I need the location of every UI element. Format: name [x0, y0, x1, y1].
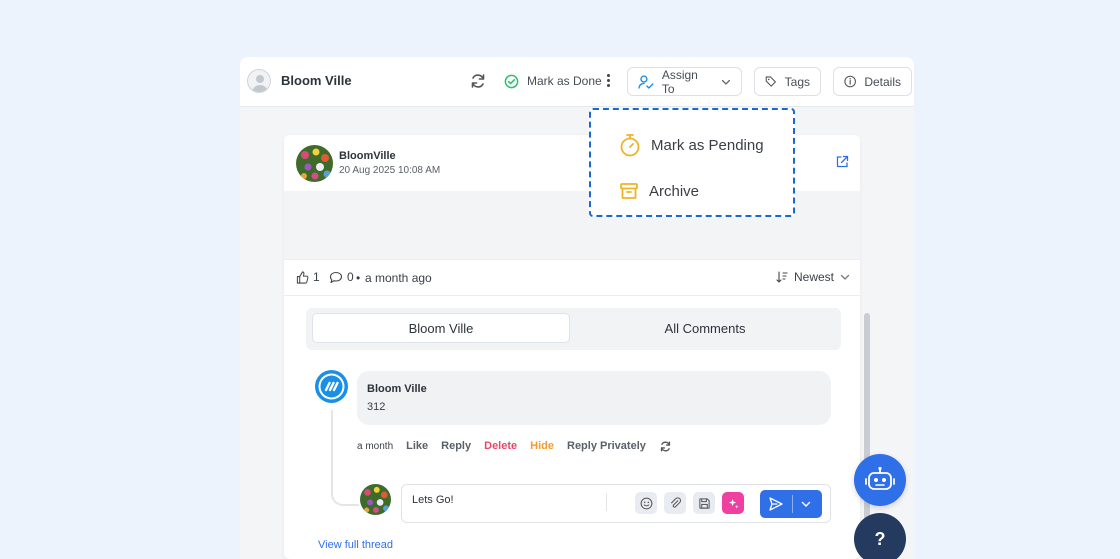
ai-assist-button[interactable] [722, 492, 744, 514]
comment-icon [329, 271, 343, 283]
user-assign-icon [638, 74, 654, 89]
comments-value: 0 [347, 270, 354, 284]
assign-to-dropdown[interactable]: Assign To [627, 67, 742, 96]
chevron-down-icon [721, 79, 731, 85]
hide-action[interactable]: Hide [530, 440, 554, 452]
more-options-menu: Mark as Pending Archive [589, 108, 795, 217]
brand-logo [315, 370, 348, 403]
like-action[interactable]: Like [406, 440, 428, 452]
emoji-button[interactable] [635, 492, 657, 514]
archive-icon [620, 183, 638, 199]
likes-value: 1 [313, 270, 320, 284]
view-full-thread-link[interactable]: View full thread [318, 539, 393, 551]
comment-text: 312 [367, 401, 386, 413]
paperclip-icon [670, 496, 681, 508]
refresh-icon[interactable] [659, 440, 672, 453]
menu-item-mark-as-pending[interactable]: Mark as Pending [619, 133, 764, 157]
external-link-icon[interactable] [835, 155, 849, 169]
mark-as-done-label: Mark as Done [527, 74, 602, 88]
post-time-ago: a month ago [365, 271, 432, 285]
tab-bloom-ville[interactable]: Bloom Ville [312, 313, 570, 343]
menu-item-label: Mark as Pending [651, 136, 764, 154]
likes-count[interactable]: 1 [296, 270, 320, 284]
send-button[interactable] [760, 490, 822, 518]
sparkle-icon [728, 498, 739, 509]
reply-input[interactable] [412, 494, 592, 506]
send-divider [792, 495, 793, 513]
post-author-name: BloomVille [339, 150, 396, 162]
sort-icon [776, 271, 788, 283]
save-icon [698, 497, 710, 509]
sort-label: Newest [794, 270, 835, 284]
menu-item-archive[interactable]: Archive [619, 181, 699, 201]
tab-all-comments[interactable]: All Comments [576, 313, 834, 343]
refresh-icon[interactable] [469, 72, 487, 90]
tag-icon [765, 76, 776, 87]
comment-author: Bloom Ville [367, 383, 427, 395]
conversation-window: Bloom Ville Mark as Done Assign To Tags … [240, 57, 914, 559]
contact-name: Bloom Ville [281, 73, 352, 88]
thread-connector [331, 410, 359, 506]
post-date: 20 Aug 2025 10:08 AM [339, 165, 441, 176]
comment-bubble: Bloom Ville 312 [357, 371, 831, 425]
stopwatch-icon [620, 134, 640, 157]
chevron-down-icon [840, 274, 850, 280]
mark-as-done-button[interactable]: Mark as Done [504, 71, 602, 91]
comment-tabs: Bloom Ville All Comments [306, 308, 841, 350]
conversation-header: Bloom Ville Mark as Done Assign To Tags … [240, 57, 914, 107]
post-stats-bar: 1 0 • a month ago Newest [284, 259, 860, 296]
emoji-icon [640, 497, 652, 509]
tags-label: Tags [784, 74, 810, 89]
chevron-down-icon[interactable] [801, 499, 811, 509]
info-icon [844, 75, 856, 88]
menu-item-label: Archive [649, 182, 700, 200]
sort-dropdown[interactable]: Newest [776, 270, 850, 284]
composer-divider [606, 493, 607, 511]
check-circle-icon [504, 74, 519, 88]
comment-time: a month [357, 440, 394, 452]
send-icon [769, 497, 783, 511]
reply-author-avatar [360, 484, 391, 515]
delete-action[interactable]: Delete [484, 440, 517, 452]
post-author-avatar [296, 145, 333, 182]
reply-privately-action[interactable]: Reply Privately [567, 440, 646, 452]
save-button[interactable] [693, 492, 715, 514]
help-button[interactable]: ? [854, 513, 906, 559]
reply-composer [401, 484, 831, 523]
chatbot-button[interactable] [854, 454, 906, 506]
comment-actions: a month Like Reply Delete Hide Reply Pri… [357, 438, 672, 454]
details-label: Details [864, 74, 901, 89]
robot-icon [865, 466, 895, 490]
details-button[interactable]: Details [833, 67, 912, 96]
assign-to-label: Assign To [661, 67, 698, 96]
tags-button[interactable]: Tags [754, 67, 821, 96]
stats-separator: • [356, 271, 361, 285]
reply-action[interactable]: Reply [441, 440, 471, 452]
contact-avatar [247, 69, 271, 93]
more-options-icon[interactable] [604, 73, 612, 89]
comments-count[interactable]: 0 [329, 270, 354, 284]
thumbs-up-icon [296, 270, 309, 284]
attach-button[interactable] [664, 492, 686, 514]
